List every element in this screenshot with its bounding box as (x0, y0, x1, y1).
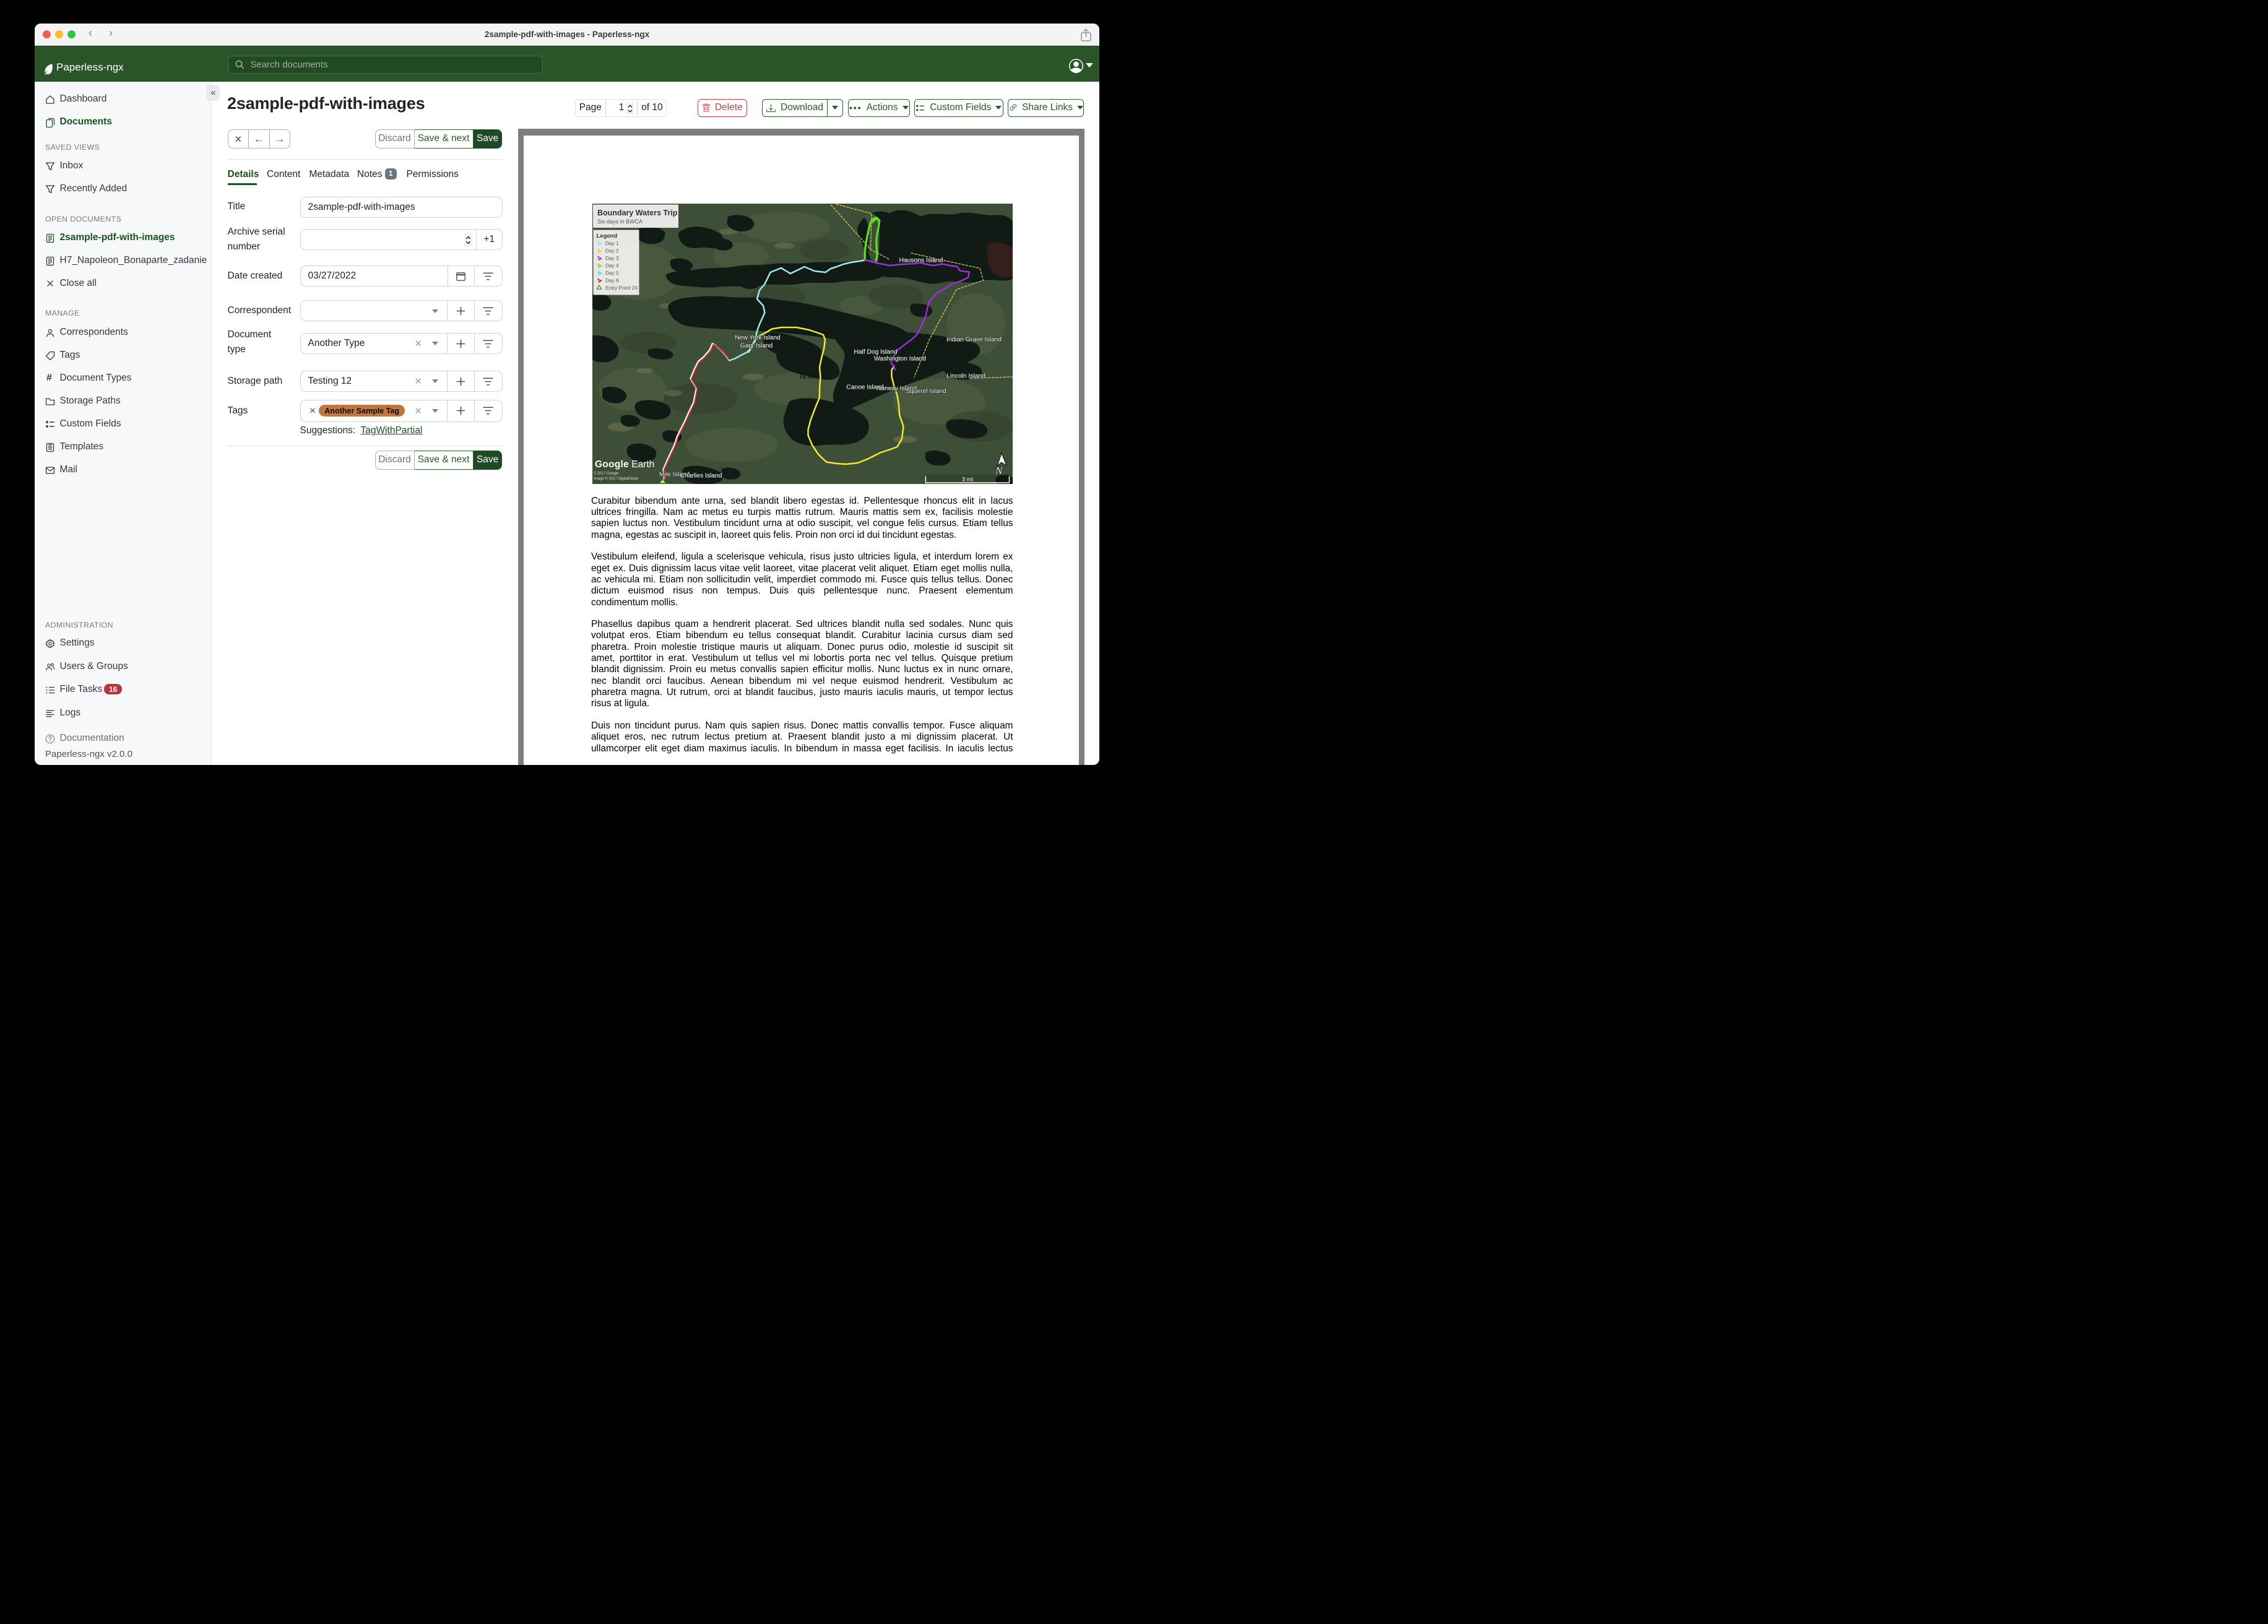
svg-text:Day 3: Day 3 (605, 256, 619, 261)
svg-text:Google Earth: Google Earth (595, 459, 654, 470)
svg-text:Squirrel Island: Squirrel Island (906, 388, 946, 395)
svg-text:Boundary Waters Trip: Boundary Waters Trip (597, 209, 678, 217)
svg-text:Entry Point 24: Entry Point 24 (605, 285, 638, 291)
svg-text:Hausons Island: Hausons Island (899, 257, 943, 264)
svg-text:Six days in BWCA: Six days in BWCA (597, 218, 643, 225)
svg-text:Indian Grave Island: Indian Grave Island (946, 336, 1002, 343)
svg-text:Day 2: Day 2 (605, 248, 619, 254)
svg-text:N: N (995, 465, 1003, 477)
svg-text:New York Island: New York Island (735, 334, 781, 341)
svg-text:Half Dog Island: Half Dog Island (854, 348, 897, 355)
svg-text:Legend: Legend (596, 233, 617, 240)
svg-text:Day 5: Day 5 (605, 270, 619, 276)
svg-text:Day 4: Day 4 (605, 263, 619, 269)
svg-text:Lincoln Island: Lincoln Island (946, 373, 985, 379)
svg-text:Text: Text (798, 371, 813, 381)
svg-text:Charlies Island: Charlies Island (680, 472, 722, 479)
svg-text:Gary Island: Gary Island (740, 342, 773, 349)
svg-text:Day 1: Day 1 (605, 241, 619, 246)
svg-text:Image © 2017 DigitalGlobe: Image © 2017 DigitalGlobe (594, 477, 639, 481)
svg-text:3 mi: 3 mi (962, 476, 973, 483)
svg-text:Day 6: Day 6 (605, 278, 619, 283)
svg-text:© 2017 Google: © 2017 Google (594, 471, 619, 475)
svg-text:Washington Island: Washington Island (874, 355, 926, 362)
